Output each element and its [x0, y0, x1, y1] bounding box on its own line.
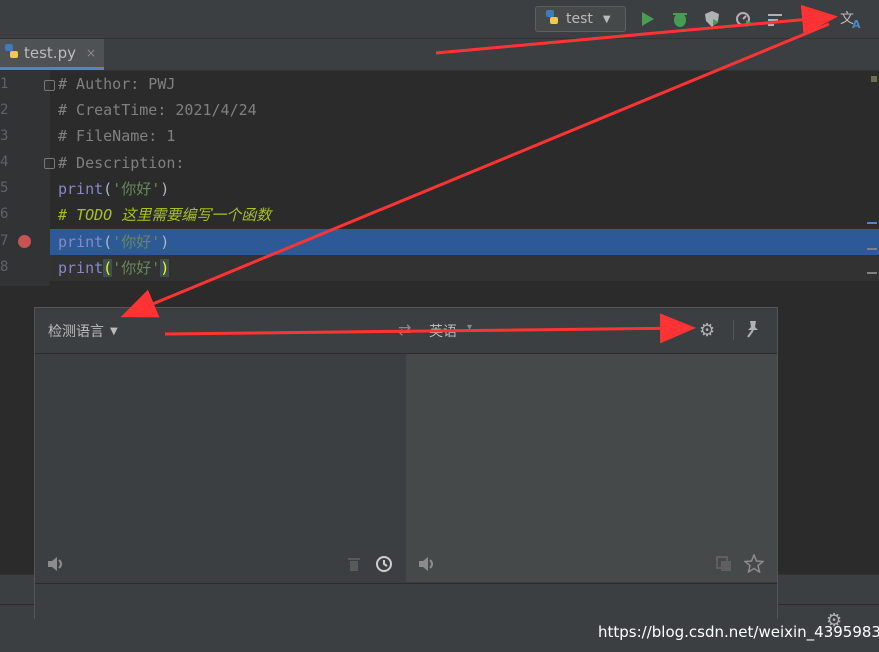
tab-label: test.py — [24, 44, 76, 62]
target-text-area — [406, 354, 777, 582]
trash-icon[interactable] — [347, 556, 361, 576]
close-icon[interactable]: × — [86, 46, 96, 60]
line-number: 8 — [0, 259, 9, 275]
paren: ) — [160, 233, 170, 251]
translate-icon[interactable]: 文A — [838, 9, 864, 29]
svg-text:A: A — [852, 18, 861, 29]
scrollbar-marker — [871, 76, 877, 82]
string-literal: '你好' — [112, 180, 161, 198]
line-number: 4 — [0, 154, 9, 170]
profile-icon[interactable] — [734, 9, 754, 29]
popup-header: 检测语言 ▼ ⇄ 英语 ▾ ⚙ — [35, 308, 777, 354]
fold-marker-icon[interactable] — [44, 158, 55, 169]
chevron-down-icon: ▼ — [110, 325, 118, 337]
run-config-selector[interactable]: test ▼ — [535, 6, 626, 32]
concurrency-icon[interactable] — [766, 9, 786, 29]
copy-icon[interactable] — [716, 556, 732, 576]
code-line-5[interactable]: print('你好') — [58, 176, 169, 202]
source-language-selector[interactable]: 检测语言 ▼ — [48, 321, 118, 341]
code-line-8[interactable]: print('你好') — [58, 255, 170, 281]
breakpoint-icon[interactable] — [18, 235, 31, 248]
tab-test-py[interactable]: test.py × — [0, 39, 104, 70]
scrollbar-marker — [867, 248, 877, 250]
source-language-label: 检测语言 — [48, 324, 104, 340]
history-icon[interactable] — [375, 555, 393, 577]
line-number: 5 — [0, 180, 9, 196]
code-line-6[interactable]: # TODO 这里需要编写一个函数 — [58, 202, 271, 228]
matched-paren: ( — [103, 259, 113, 277]
editor-tab-bar: test.py × — [0, 39, 879, 71]
builtin-fn: print — [58, 233, 104, 251]
source-text-area[interactable] — [35, 354, 406, 582]
code-line-3[interactable]: # FileName: 1 — [58, 123, 175, 149]
debug-icon[interactable] — [670, 9, 690, 29]
popup-footer — [35, 583, 777, 619]
speaker-icon[interactable] — [418, 556, 436, 576]
paren: ( — [103, 180, 113, 198]
line-number: 6 — [0, 206, 9, 222]
scrollbar-marker — [867, 222, 877, 224]
string-literal: '你好' — [112, 259, 161, 277]
code-line-2[interactable]: # CreatTime: 2021/4/24 — [58, 97, 257, 123]
gear-icon[interactable]: ⚙ — [699, 320, 715, 341]
chevron-down-icon: ▾ — [467, 322, 473, 333]
python-icon — [544, 9, 560, 29]
swap-languages-icon[interactable]: ⇄ — [398, 320, 411, 339]
target-language-selector[interactable]: 英语 — [429, 321, 457, 341]
line-number: 2 — [0, 102, 9, 118]
code-line-7[interactable]: print('你好') — [58, 229, 169, 255]
coverage-icon[interactable] — [702, 9, 722, 29]
fold-marker-icon[interactable] — [44, 80, 55, 91]
scrollbar-marker — [867, 272, 877, 274]
todo-hash: # — [58, 206, 77, 224]
pin-icon[interactable] — [745, 320, 761, 342]
builtin-fn: print — [58, 259, 104, 277]
divider — [733, 320, 734, 340]
speaker-icon[interactable] — [47, 556, 65, 576]
paren: ) — [160, 180, 170, 198]
main-toolbar: test ▼ 文A — [0, 0, 879, 39]
paren: ( — [103, 233, 113, 251]
string-literal: '你好' — [112, 233, 161, 251]
code-line-1[interactable]: # Author: PWJ — [58, 71, 175, 97]
line-number: 7 — [0, 233, 9, 249]
todo-comment: TODO 这里需要编写一个函数 — [76, 206, 272, 224]
caret-line-highlight — [50, 255, 879, 281]
star-icon[interactable] — [743, 553, 765, 577]
watermark: https://blog.csdn.net/weixin_43959833 — [598, 623, 879, 641]
selected-line-highlight — [50, 229, 879, 255]
chevron-down-icon: ▼ — [602, 13, 611, 25]
builtin-fn: print — [58, 180, 104, 198]
line-number: 1 — [0, 76, 9, 92]
translation-popup: 检测语言 ▼ ⇄ 英语 ▾ ⚙ — [34, 307, 778, 619]
line-number: 3 — [0, 128, 9, 144]
run-config-label: test — [566, 11, 593, 27]
matched-paren: ) — [160, 259, 170, 277]
code-line-4[interactable]: # Description: — [58, 150, 184, 176]
stop-icon[interactable] — [800, 9, 820, 29]
python-file-icon — [4, 43, 20, 63]
run-icon[interactable] — [638, 9, 658, 29]
